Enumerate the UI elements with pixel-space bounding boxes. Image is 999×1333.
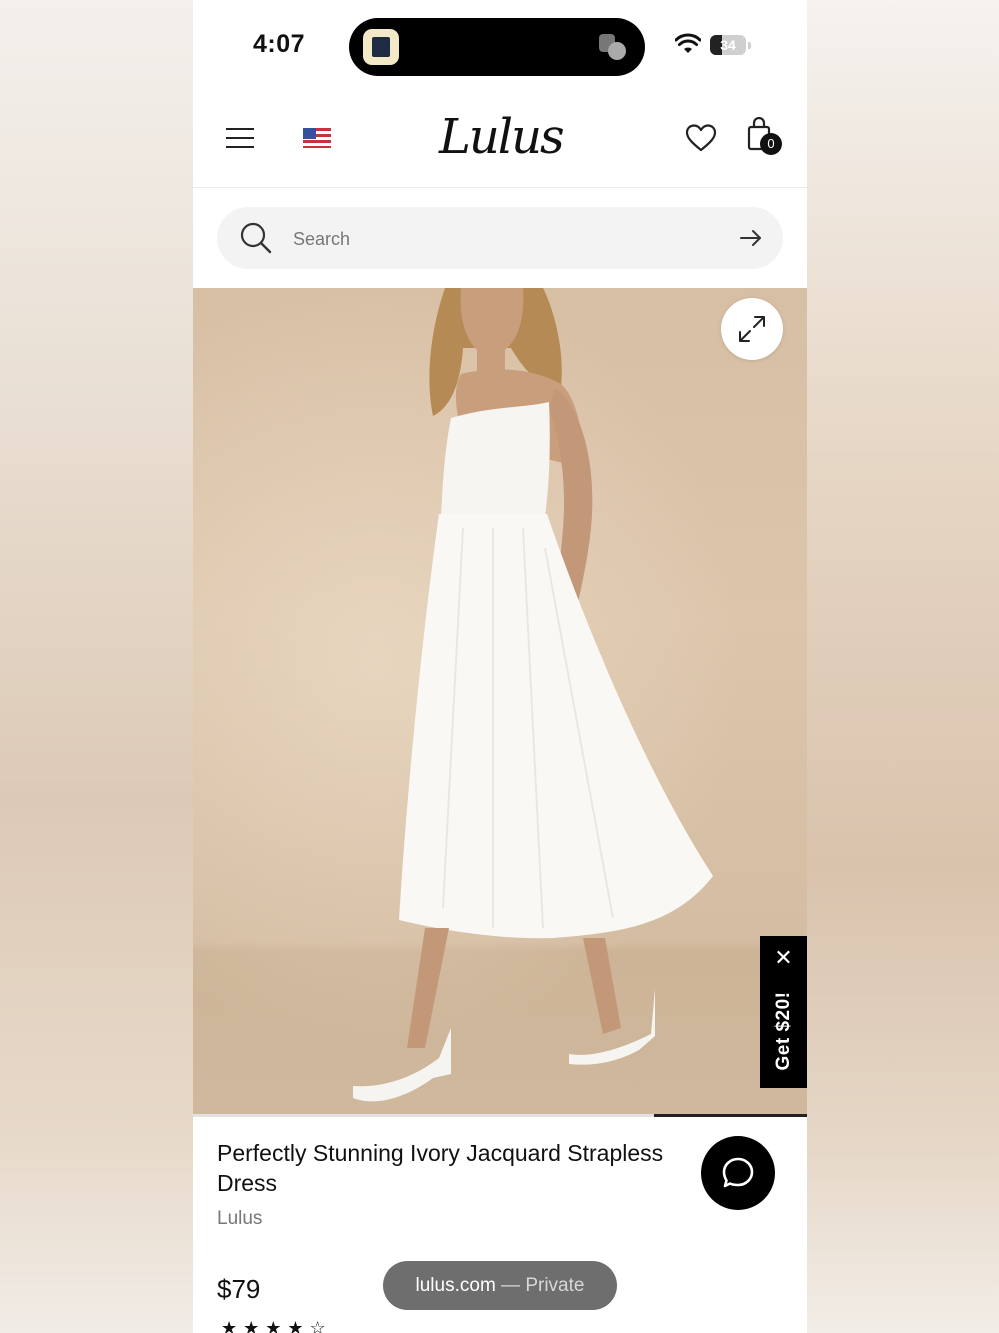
rating-stars[interactable]: ★★★★☆: [221, 1318, 332, 1333]
battery-cap: [748, 42, 751, 49]
product-brand[interactable]: Lulus: [217, 1208, 262, 1230]
status-time: 4:07: [253, 30, 306, 58]
now-playing-app-icon: [363, 29, 399, 65]
blurred-backdrop-right: [807, 0, 999, 1333]
promo-tab[interactable]: ✕ Get $20!: [760, 936, 807, 1088]
browser-private-label: Private: [525, 1275, 585, 1296]
blurred-backdrop-left: [0, 0, 193, 1333]
model-photo: [353, 288, 713, 1102]
promo-label[interactable]: Get $20!: [769, 963, 799, 1099]
battery-percent: 34: [720, 37, 736, 53]
gallery-progress: [193, 1114, 807, 1117]
gallery-progress-fill: [653, 1114, 807, 1117]
chat-bubble-icon: [722, 1157, 754, 1188]
chat-button[interactable]: [701, 1136, 775, 1210]
us-flag-icon[interactable]: [303, 128, 331, 148]
search-icon: [240, 222, 272, 254]
arrow-right-icon[interactable]: [739, 229, 763, 247]
phone-screen: 4:07 34 Lulus 0 Search ✕ Get $20! Perfec…: [193, 0, 807, 1333]
product-image[interactable]: [193, 288, 807, 1116]
browser-domain: lulus.com: [415, 1275, 496, 1296]
wifi-icon: [675, 33, 701, 53]
browser-address-pill[interactable]: lulus.com — Private: [383, 1261, 617, 1310]
expand-icon: [739, 316, 765, 342]
heart-icon[interactable]: [685, 123, 717, 153]
site-logo[interactable]: Lulus: [439, 109, 565, 165]
product-title: Perfectly Stunning Ivory Jacquard Strapl…: [217, 1140, 664, 1196]
product-price: $79: [217, 1274, 261, 1304]
hamburger-menu-icon[interactable]: [226, 126, 254, 150]
search-input[interactable]: [291, 217, 715, 261]
dynamic-island[interactable]: [349, 18, 645, 76]
search-bar[interactable]: [217, 207, 783, 269]
expand-image-button[interactable]: [721, 298, 783, 360]
site-header: Lulus 0: [193, 95, 807, 188]
activity-icon: [599, 34, 627, 60]
browser-separator: —: [501, 1275, 521, 1296]
cart-count-badge: 0: [760, 133, 782, 155]
battery-icon: 34: [710, 35, 746, 55]
